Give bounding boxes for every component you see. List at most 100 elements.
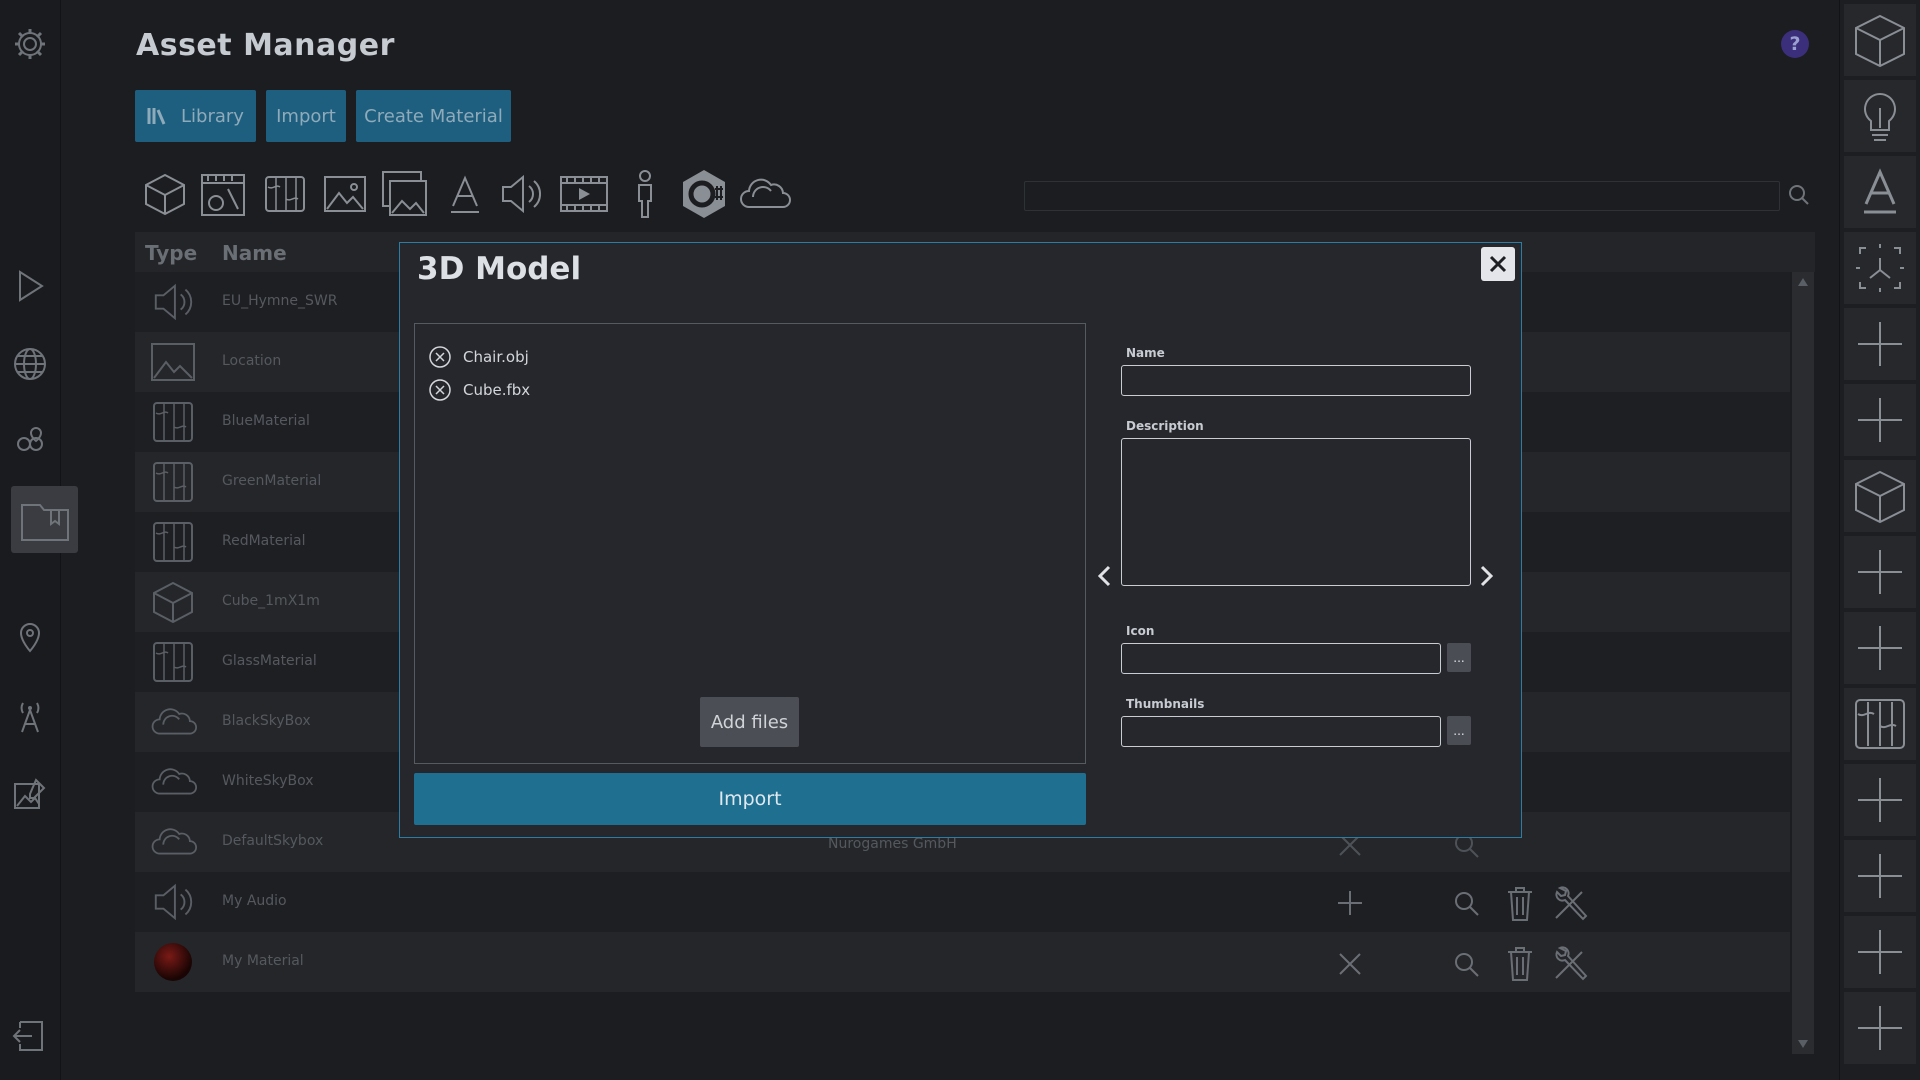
font-icon[interactable] bbox=[438, 168, 492, 220]
table-row[interactable]: My Material bbox=[135, 932, 1790, 992]
name-label: Name bbox=[1126, 346, 1165, 360]
3d-model-icon[interactable] bbox=[138, 168, 192, 220]
text-icon[interactable] bbox=[1844, 156, 1916, 228]
owner-label: Nurogames GmbH bbox=[828, 836, 957, 852]
image-edit-icon[interactable] bbox=[12, 776, 48, 812]
asset-name: DefaultSkybox bbox=[222, 833, 324, 849]
tools-icon[interactable] bbox=[1552, 884, 1592, 922]
asset-name: My Audio bbox=[222, 893, 287, 909]
tools-icon[interactable] bbox=[1552, 944, 1592, 982]
antenna-icon[interactable] bbox=[12, 698, 48, 734]
lightbulb-icon[interactable] bbox=[1844, 80, 1916, 152]
material-icon[interactable] bbox=[258, 168, 312, 220]
audio-icon[interactable] bbox=[494, 168, 548, 220]
col-type: Type bbox=[145, 241, 198, 265]
material-icon[interactable] bbox=[1844, 688, 1916, 760]
asset-name: BlueMaterial bbox=[222, 413, 310, 429]
dialog-title: 3D Model bbox=[417, 251, 582, 287]
import-3d-model-dialog: 3D Model Chair.obj Cube.fbx Add files Im… bbox=[399, 242, 1522, 838]
scroll-up-icon[interactable] bbox=[1798, 278, 1808, 286]
search-icon[interactable] bbox=[1452, 950, 1480, 978]
thumbnails-browse-button[interactable]: ... bbox=[1447, 716, 1471, 745]
add-files-button[interactable]: Add files bbox=[700, 697, 799, 747]
cube-icon[interactable] bbox=[1844, 460, 1916, 532]
skybox-icon bbox=[149, 818, 197, 866]
name-field[interactable] bbox=[1121, 365, 1471, 396]
logout-icon[interactable] bbox=[12, 1018, 48, 1054]
audio-icon bbox=[149, 878, 197, 926]
col-name: Name bbox=[222, 241, 287, 265]
trash-icon[interactable] bbox=[1504, 884, 1536, 922]
icon-browse-button[interactable]: ... bbox=[1447, 643, 1471, 672]
map-pin-icon[interactable] bbox=[12, 620, 48, 656]
material-icon bbox=[149, 458, 197, 506]
chevron-right-icon[interactable] bbox=[1478, 561, 1496, 591]
close-button[interactable] bbox=[1481, 247, 1515, 281]
search-icon[interactable] bbox=[1452, 889, 1480, 917]
3d-model-icon bbox=[149, 578, 197, 626]
thumbnails-field[interactable] bbox=[1121, 716, 1441, 747]
asset-name: BlackSkyBox bbox=[222, 713, 311, 729]
users-location-icon[interactable] bbox=[12, 424, 48, 460]
image-icon bbox=[149, 338, 197, 386]
tab-create-material[interactable]: Create Material bbox=[356, 90, 511, 142]
globe-icon[interactable] bbox=[12, 346, 48, 382]
file-drop-area[interactable]: Chair.obj Cube.fbx Add files bbox=[414, 323, 1086, 764]
material-icon bbox=[149, 518, 197, 566]
script-icon[interactable] bbox=[677, 168, 731, 220]
avatar-icon[interactable] bbox=[618, 168, 672, 220]
import-button[interactable]: Import bbox=[414, 773, 1086, 825]
tab-library[interactable]: Library bbox=[135, 90, 256, 142]
file-item: Chair.obj bbox=[429, 345, 529, 369]
remove-icon[interactable] bbox=[1336, 950, 1364, 978]
plus-icon[interactable] bbox=[1844, 308, 1916, 380]
remove-file-icon[interactable] bbox=[429, 346, 451, 368]
plus-icon[interactable] bbox=[1844, 992, 1916, 1064]
asset-folder-icon[interactable] bbox=[11, 486, 78, 553]
plus-icon[interactable] bbox=[1844, 916, 1916, 988]
search-input[interactable] bbox=[1024, 181, 1780, 211]
search-icon[interactable] bbox=[1788, 184, 1810, 206]
skybox-icon[interactable] bbox=[737, 168, 791, 220]
description-field[interactable] bbox=[1121, 438, 1471, 586]
gallery-icon[interactable] bbox=[378, 168, 432, 220]
plus-icon[interactable] bbox=[1844, 612, 1916, 684]
video-icon[interactable] bbox=[557, 168, 611, 220]
asset-name: My Material bbox=[222, 953, 304, 969]
plus-icon[interactable] bbox=[1844, 536, 1916, 608]
asset-name: Cube_1mX1m bbox=[222, 593, 320, 609]
library-icon bbox=[147, 108, 166, 125]
asset-name: GreenMaterial bbox=[222, 473, 322, 489]
tab-import[interactable]: Import bbox=[266, 90, 346, 142]
settings-icon[interactable] bbox=[12, 26, 48, 62]
page-title: Asset Manager bbox=[136, 28, 395, 63]
asset-name: EU_Hymne_SWR bbox=[222, 293, 338, 309]
file-name: Cube.fbx bbox=[463, 381, 531, 399]
asset-name: WhiteSkyBox bbox=[222, 773, 314, 789]
play-icon[interactable] bbox=[12, 268, 48, 304]
plus-icon[interactable] bbox=[1844, 840, 1916, 912]
transform-icon[interactable] bbox=[1844, 232, 1916, 304]
thumbnails-label: Thumbnails bbox=[1126, 697, 1205, 711]
material-icon bbox=[149, 638, 197, 686]
trash-icon[interactable] bbox=[1504, 944, 1536, 982]
plus-icon[interactable] bbox=[1844, 384, 1916, 456]
plus-icon[interactable] bbox=[1844, 764, 1916, 836]
image-icon[interactable] bbox=[318, 168, 372, 220]
icon-field[interactable] bbox=[1121, 643, 1441, 674]
close-icon bbox=[1489, 255, 1507, 273]
tab-library-label: Library bbox=[181, 105, 244, 127]
remove-file-icon[interactable] bbox=[429, 379, 451, 401]
scrollbar[interactable] bbox=[1792, 272, 1814, 1054]
chevron-left-icon[interactable] bbox=[1095, 561, 1113, 591]
scroll-down-icon[interactable] bbox=[1798, 1040, 1808, 1048]
cube-icon[interactable] bbox=[1844, 4, 1916, 76]
skybox-icon bbox=[149, 698, 197, 746]
material-icon bbox=[149, 398, 197, 446]
asset-name: Location bbox=[222, 353, 282, 369]
add-icon[interactable] bbox=[1336, 889, 1364, 917]
table-row[interactable]: My Audio bbox=[135, 872, 1790, 932]
left-sidebar bbox=[0, 0, 78, 1080]
help-button[interactable]: ? bbox=[1781, 30, 1809, 58]
terrain-icon[interactable] bbox=[196, 168, 250, 220]
